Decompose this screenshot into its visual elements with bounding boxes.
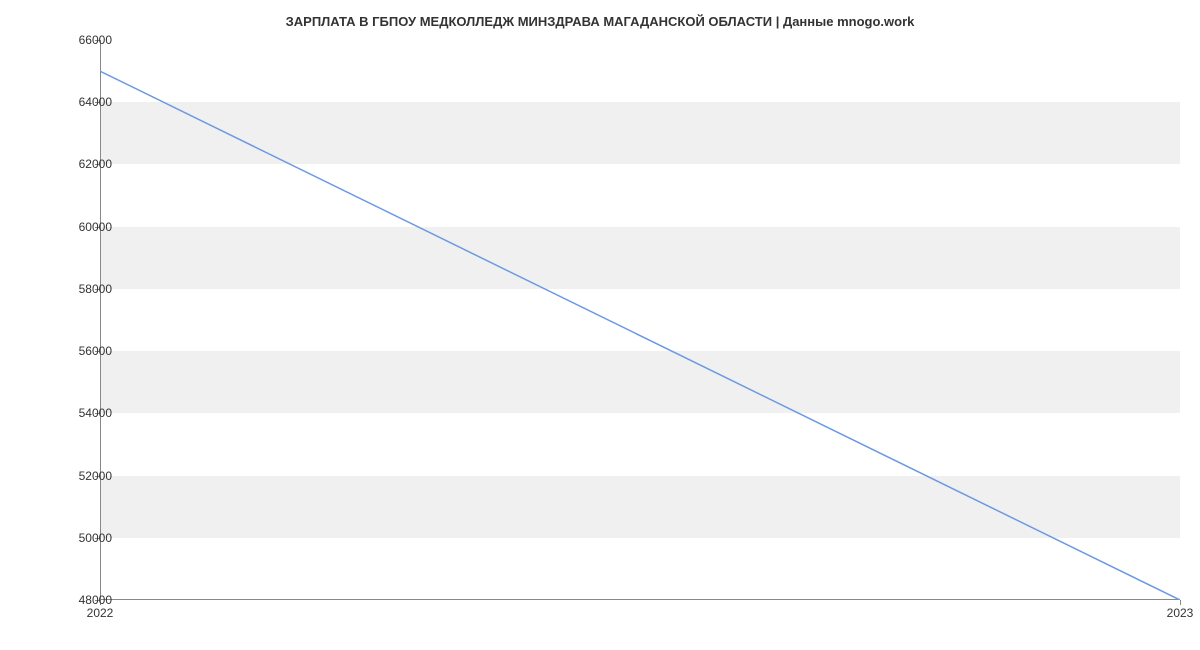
y-tick-label: 64000 [52,95,112,109]
chart-container: ЗАРПЛАТА В ГБПОУ МЕДКОЛЛЕДЖ МИНЗДРАВА МА… [0,0,1200,650]
chart-title: ЗАРПЛАТА В ГБПОУ МЕДКОЛЛЕДЖ МИНЗДРАВА МА… [0,14,1200,29]
y-tick-label: 66000 [52,33,112,47]
y-tick-label: 62000 [52,157,112,171]
y-tick-label: 56000 [52,344,112,358]
x-tick-mark [1180,600,1181,605]
x-tick-label: 2022 [87,606,114,620]
y-tick-label: 58000 [52,282,112,296]
data-line [100,40,1180,600]
y-tick-label: 52000 [52,469,112,483]
y-tick-label: 60000 [52,220,112,234]
y-tick-label: 54000 [52,406,112,420]
x-tick-label: 2023 [1167,606,1194,620]
y-tick-label: 50000 [52,531,112,545]
y-tick-label: 48000 [52,593,112,607]
plot-area: 20222023 [100,40,1180,600]
